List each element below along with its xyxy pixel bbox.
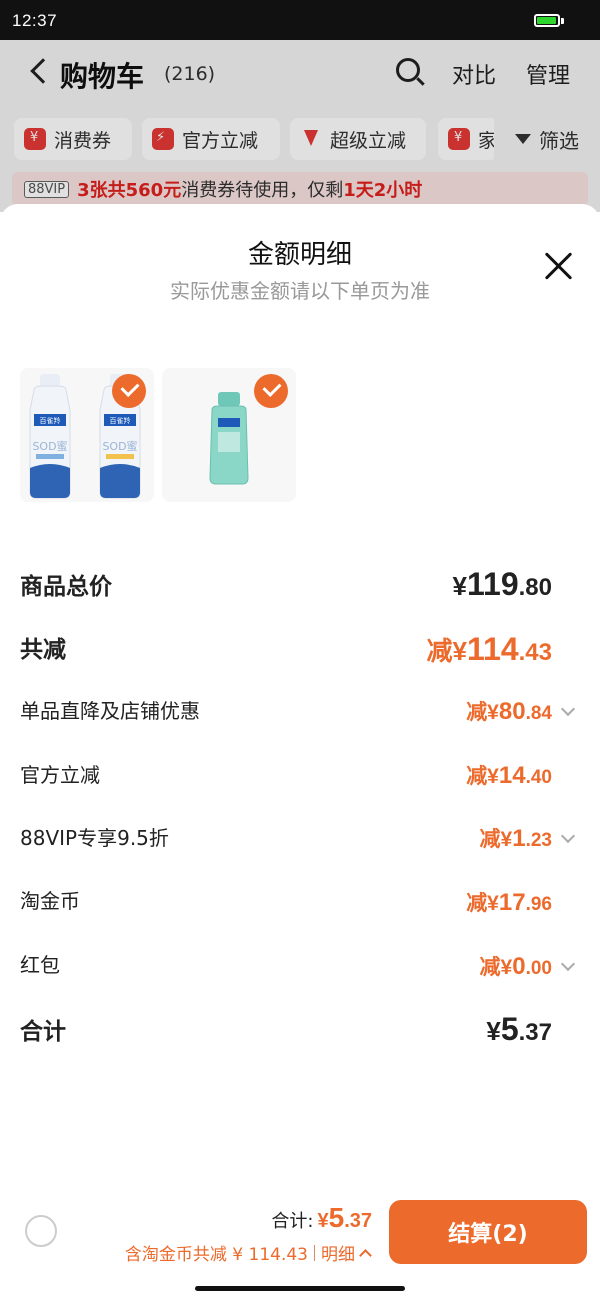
value-int: 14 [498,762,526,789]
total-dec: .37 [344,1210,372,1232]
svg-text:SOD蜜: SOD蜜 [102,439,137,453]
chevron-down-icon[interactable] [560,956,576,972]
row-label-taojinbi: 淘金币 [20,889,80,913]
amount-detail-sheet: 金额明细 实际优惠金额请以下单页为准 百雀羚 SOD蜜 百雀羚 SOD蜜 商品总… [0,204,600,1302]
row-label-official-discount: 官方立减 [20,763,100,787]
product-thumbnail[interactable]: 百雀羚 SOD蜜 百雀羚 SOD蜜 [20,368,154,502]
row-value-vip-discount[interactable]: 减¥1.23 [480,823,552,853]
battery-tip [561,18,564,24]
svg-text:百雀羚: 百雀羚 [40,416,61,425]
value-int: 114 [467,631,519,667]
row-label-vip-discount: 88VIP专享9.5折 [20,826,169,850]
chevron-down-icon[interactable] [560,828,576,844]
value-int: 5 [500,1011,519,1047]
value-prefix: ¥ [452,571,467,601]
value-dec: .43 [518,639,552,666]
value-prefix: ¥ [486,1016,501,1046]
total-value: ¥5.37 [317,1202,372,1234]
row-label-red-packet: 红包 [20,953,60,977]
checked-icon[interactable] [254,374,288,408]
value-dec: .84 [525,703,552,724]
value-prefix: 减¥ [479,828,513,851]
row-value-total-reduction: 减¥114.43 [427,631,552,668]
status-bar: 12:37 [0,0,600,40]
row-value-goods-total: ¥119.80 [453,566,552,603]
row-label-item-discount: 单品直降及店铺优惠 [20,699,200,723]
dim-overlay[interactable] [0,40,600,212]
svg-text:百雀羚: 百雀羚 [110,416,131,425]
chevron-up-icon[interactable] [359,1248,372,1262]
row-value-grand-total: ¥5.37 [486,1011,552,1048]
svg-text:SOD蜜: SOD蜜 [32,439,67,453]
close-icon[interactable] [543,250,575,282]
details-link[interactable]: 明细 [321,1240,355,1265]
divider [314,1244,315,1261]
value-dec: .40 [525,767,552,788]
value-int: 0 [512,953,526,980]
value-int: 80 [498,698,526,725]
battery-icon [534,14,560,27]
row-label-grand-total: 合计 [20,1019,66,1045]
battery-level [537,17,556,24]
value-int: 119 [467,566,519,602]
row-value-red-packet[interactable]: 减¥0.00 [480,951,552,981]
total-int: 5 [328,1202,345,1233]
savings-summary[interactable]: 含淘金币共减 ¥ 114.43 明细 [124,1240,372,1265]
savings-text: 含淘金币共减 ¥ 114.43 [124,1245,308,1265]
value-dec: .37 [518,1019,552,1046]
row-value-official-discount: 减¥14.40 [466,760,552,790]
checkout-button[interactable]: 结算(2) [389,1200,587,1264]
value-int: 17 [498,889,526,916]
value-prefix: 减¥ [466,765,499,788]
checked-icon[interactable] [112,374,146,408]
bottom-total: 合计: ¥5.37 [271,1202,372,1234]
value-prefix: 减¥ [426,636,467,666]
sheet-title: 金额明细 [247,240,352,270]
product-thumbnail[interactable] [162,368,296,502]
value-prefix: 减¥ [479,956,513,979]
row-label-total-reduction: 共减 [20,637,66,663]
select-all-checkbox[interactable] [25,1215,57,1247]
chevron-down-icon[interactable] [560,701,576,717]
home-indicator[interactable] [195,1286,405,1291]
value-dec: .96 [525,894,552,915]
row-value-item-discount[interactable]: 减¥80.84 [466,696,552,726]
value-int: 1 [512,825,526,852]
total-label: 合计: [271,1211,314,1232]
value-prefix: 减¥ [466,892,499,915]
value-dec: .23 [525,830,552,851]
row-label-goods-total: 商品总价 [20,574,112,600]
value-prefix: 减¥ [466,701,499,724]
row-value-taojinbi: 减¥17.96 [466,887,552,917]
sheet-subtitle: 实际优惠金额请以下单页为准 [170,279,430,303]
value-dec: .00 [525,958,552,979]
total-prefix: ¥ [317,1210,329,1232]
value-dec: .80 [518,574,552,601]
status-time: 12:37 [12,11,58,30]
